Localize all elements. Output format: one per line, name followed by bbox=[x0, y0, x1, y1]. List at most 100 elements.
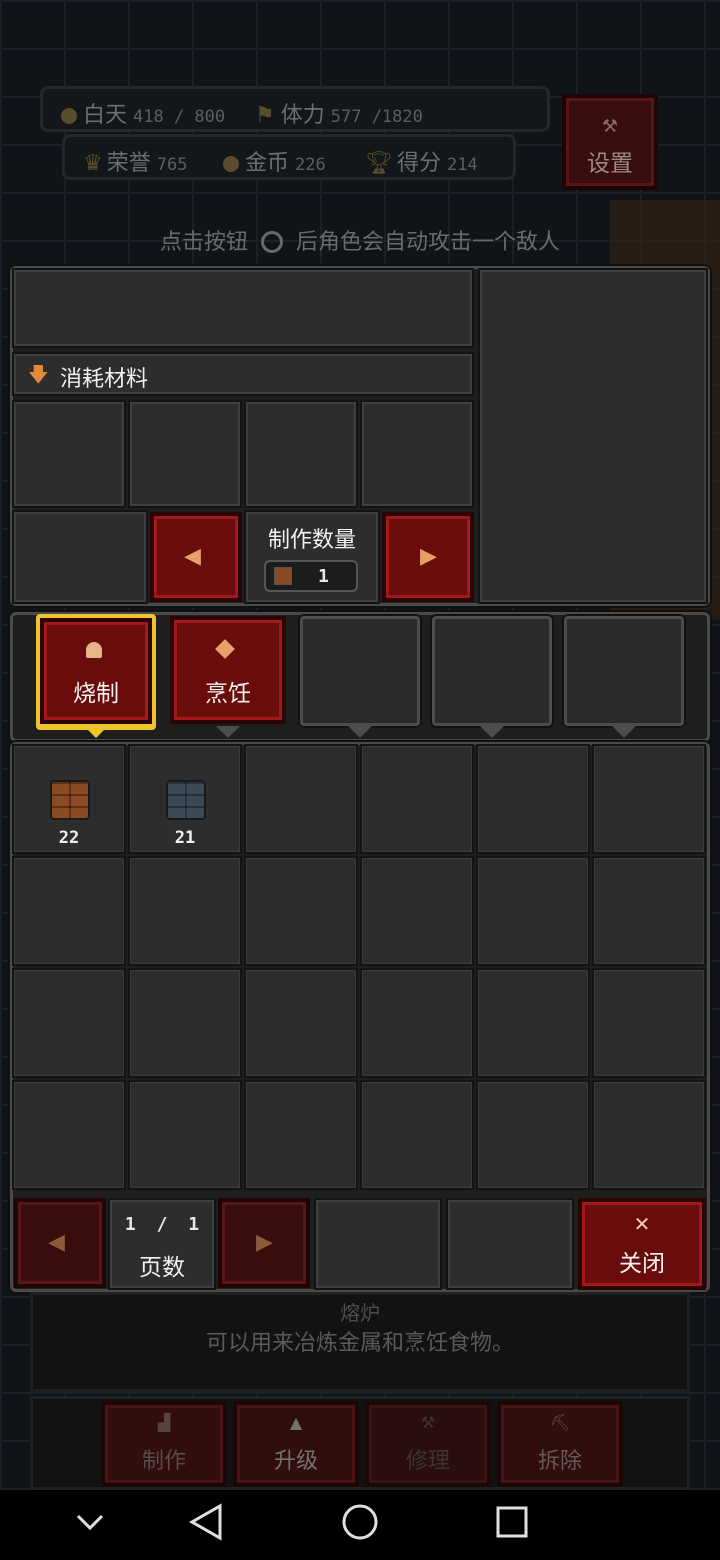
page-indicator: 1 / 1 页数 bbox=[108, 1198, 216, 1290]
nav-home-icon[interactable] bbox=[340, 1502, 380, 1542]
gold-label: 金币 bbox=[245, 151, 290, 176]
inventory-slot[interactable] bbox=[244, 856, 358, 966]
demolish-action-button[interactable]: ⛏ 拆除 bbox=[497, 1401, 623, 1487]
material-slot-3[interactable] bbox=[244, 400, 358, 508]
inventory-slot[interactable] bbox=[244, 744, 358, 854]
page-current: 1 bbox=[124, 1214, 136, 1235]
tab-arrow bbox=[480, 726, 504, 738]
iron-ingot-icon bbox=[166, 780, 206, 820]
stamina-icon: ⚑ bbox=[255, 103, 275, 128]
inventory-slot[interactable] bbox=[244, 968, 358, 1078]
hint-before: 点击按钮 bbox=[159, 230, 248, 255]
stamina-value: 577 /1820 bbox=[330, 107, 423, 127]
diamond-icon bbox=[215, 639, 235, 659]
upgrade-action-button[interactable]: ▲ 升级 bbox=[233, 1401, 359, 1487]
item-count: 22 bbox=[58, 828, 80, 848]
inventory-slot[interactable] bbox=[476, 744, 590, 854]
inventory-slot[interactable] bbox=[12, 856, 126, 966]
page-prev-button[interactable]: ◀ bbox=[14, 1198, 106, 1288]
repair-action-label: 修理 bbox=[405, 1449, 450, 1474]
arrow-right-icon: ▶ bbox=[420, 544, 437, 569]
wrench-icon: ⚒ bbox=[601, 116, 619, 137]
materials-label: 消耗材料 bbox=[60, 367, 149, 392]
item-count: 21 bbox=[174, 828, 196, 848]
quantity-increase-button[interactable]: ▶ bbox=[382, 512, 474, 602]
honor-value: 765 bbox=[156, 155, 188, 175]
inventory-slot[interactable] bbox=[128, 968, 242, 1078]
building-name: 熔炉 bbox=[340, 1301, 380, 1325]
craft-action-button[interactable]: ▟ 制作 bbox=[101, 1401, 227, 1487]
inventory-slot[interactable]: 21 bbox=[128, 744, 242, 854]
material-slot-4[interactable] bbox=[360, 400, 474, 508]
quantity-field[interactable]: 1 bbox=[264, 560, 358, 592]
material-slot-1[interactable] bbox=[12, 400, 126, 508]
score-stat: 🏆︎ 得分 214 bbox=[365, 145, 478, 177]
demolish-action-label: 拆除 bbox=[537, 1449, 582, 1474]
inventory-slot[interactable] bbox=[476, 1080, 590, 1190]
axe-icon: ⛏ bbox=[549, 1413, 571, 1432]
inventory-slot[interactable] bbox=[592, 856, 706, 966]
tab-firing[interactable]: 烧制 bbox=[36, 614, 156, 738]
tab-arrow bbox=[348, 726, 372, 738]
arrow-left-icon: ◀ bbox=[184, 544, 201, 569]
settings-label: 设置 bbox=[587, 151, 633, 177]
material-slot-2[interactable] bbox=[128, 400, 242, 508]
inventory-slot[interactable] bbox=[244, 1080, 358, 1190]
nav-down-icon[interactable] bbox=[74, 1506, 106, 1538]
nav-back-icon[interactable] bbox=[188, 1502, 224, 1542]
materials-header: 🡇 消耗材料 bbox=[12, 352, 474, 396]
inventory-slot[interactable]: 22 bbox=[12, 744, 126, 854]
craft-action-label: 制作 bbox=[141, 1449, 186, 1474]
tab-cooking-label: 烹饪 bbox=[205, 681, 251, 707]
tab-empty-3[interactable] bbox=[300, 616, 420, 726]
material-mini-icon bbox=[274, 567, 292, 585]
page-label: 页数 bbox=[139, 1255, 185, 1281]
close-icon: ✕ bbox=[633, 1212, 651, 1236]
close-button[interactable]: ✕ 关闭 bbox=[578, 1198, 706, 1290]
stamina-label: 体力 bbox=[280, 103, 325, 128]
hammer-icon: ⚒ bbox=[420, 1413, 436, 1432]
empty-slot-b bbox=[446, 1198, 574, 1290]
inventory-slot[interactable] bbox=[360, 968, 474, 1078]
recipe-preview-box bbox=[478, 268, 708, 604]
page-next-button[interactable]: ▶ bbox=[218, 1198, 310, 1288]
anvil-icon: ▟ bbox=[157, 1413, 171, 1432]
tab-cooking[interactable]: 烹饪 bbox=[170, 616, 286, 724]
inventory-slot[interactable] bbox=[360, 744, 474, 854]
tab-firing-label: 烧制 bbox=[73, 681, 119, 707]
inventory-slot[interactable] bbox=[12, 968, 126, 1078]
inventory-slot[interactable] bbox=[128, 1080, 242, 1190]
inventory-slot[interactable] bbox=[128, 856, 242, 966]
page-total: 1 bbox=[188, 1214, 200, 1235]
system-nav-bar bbox=[0, 1490, 720, 1560]
page-separator: / bbox=[156, 1214, 168, 1235]
settings-button[interactable]: ⚒ 设置 bbox=[562, 94, 658, 190]
score-value: 214 bbox=[446, 155, 478, 175]
hud-top-bar: 白天 418 / 800 ⚑ 体力 577 /1820 bbox=[40, 86, 550, 132]
inventory-slot[interactable] bbox=[592, 968, 706, 1078]
building-info-panel: 熔炉 可以用来冶炼金属和烹饪食物。 bbox=[30, 1292, 690, 1392]
tab-empty-5[interactable] bbox=[564, 616, 684, 726]
trophy-icon: 🏆︎ bbox=[365, 151, 393, 176]
inventory-slot[interactable] bbox=[360, 1080, 474, 1190]
recipe-name-box bbox=[12, 268, 474, 348]
quantity-value: 1 bbox=[318, 566, 329, 587]
day-stat: 白天 418 / 800 bbox=[61, 97, 225, 129]
honor-label: 荣誉 bbox=[106, 151, 151, 176]
gold-stat: 金币 226 bbox=[223, 145, 326, 177]
inventory-slot[interactable] bbox=[360, 856, 474, 966]
score-label: 得分 bbox=[396, 151, 441, 176]
quantity-decrease-button[interactable]: ◀ bbox=[150, 512, 242, 602]
inventory-slot[interactable] bbox=[592, 1080, 706, 1190]
nav-recents-icon[interactable] bbox=[494, 1502, 530, 1542]
hud-bottom-bar: ♛ 荣誉 765 金币 226 🏆︎ 得分 214 bbox=[62, 134, 516, 180]
gold-value: 226 bbox=[295, 155, 326, 175]
inventory-slot[interactable] bbox=[12, 1080, 126, 1190]
repair-action-button[interactable]: ⚒ 修理 bbox=[365, 1401, 491, 1487]
tab-arrow bbox=[216, 726, 240, 738]
tab-empty-4[interactable] bbox=[432, 616, 552, 726]
inventory-slot[interactable] bbox=[476, 856, 590, 966]
inventory-slot[interactable] bbox=[476, 968, 590, 1078]
page-count: 1 / 1 bbox=[110, 1214, 214, 1235]
inventory-slot[interactable] bbox=[592, 744, 706, 854]
